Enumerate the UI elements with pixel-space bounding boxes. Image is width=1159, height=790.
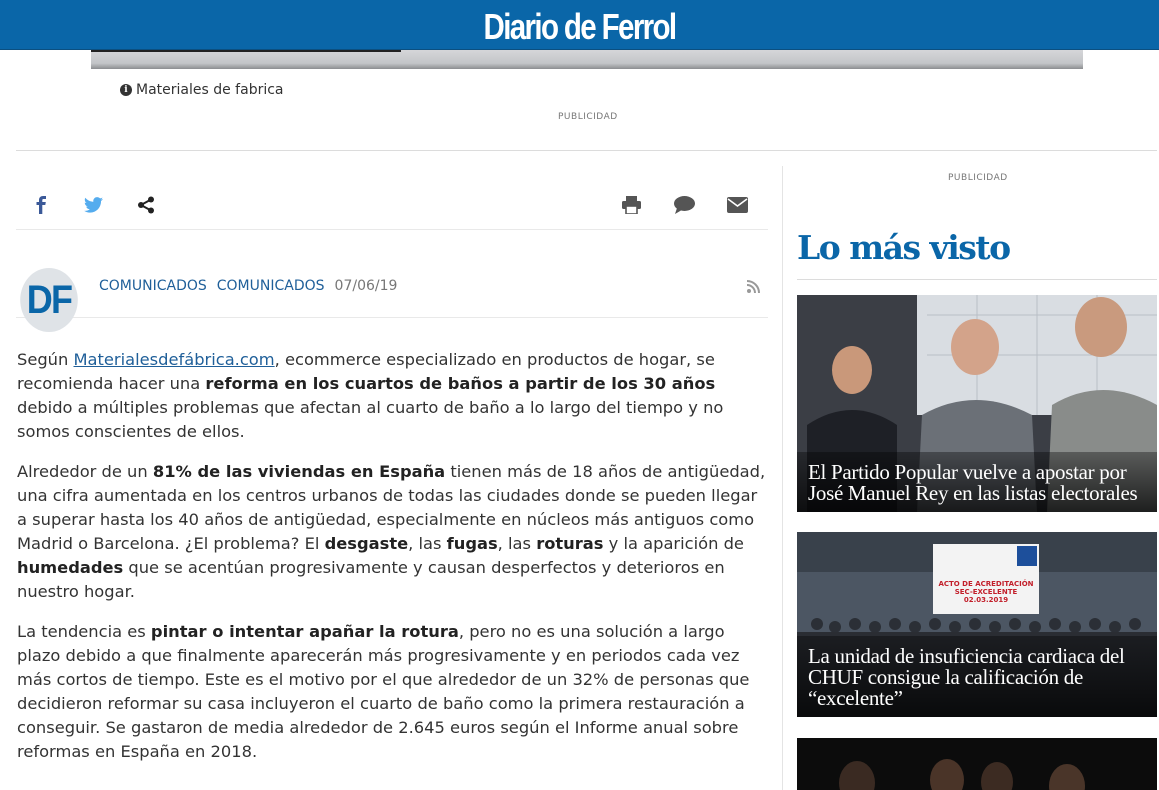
event-sign-line-3: 02.03.2019 [963, 596, 1009, 604]
hero-image [91, 50, 1083, 69]
category-link-2[interactable]: COMUNICADOS [217, 278, 325, 294]
news-card-1-caption: El Partido Popular vuelve a apostar por … [797, 452, 1157, 512]
category-link-1[interactable]: COMUNICADOS [99, 278, 207, 294]
news-card-3[interactable] [797, 738, 1157, 790]
news-card-2[interactable]: ACTO DE ACREDITACIÓN SEC-EXCELENTE 02.03… [797, 532, 1157, 717]
divider [797, 279, 1157, 280]
site-header: Diario de Ferrol [0, 0, 1159, 50]
news-headline-1[interactable]: El Partido Popular vuelve a apostar por … [808, 462, 1145, 504]
bold-text: roturas [536, 534, 604, 553]
event-sign-line-2: SEC-EXCELENTE [954, 588, 1018, 596]
column-divider [782, 166, 783, 790]
print-icon[interactable] [620, 194, 642, 216]
site-logo[interactable]: Diario de Ferrol [104, 6, 1054, 48]
publish-date: 07/06/19 [334, 278, 398, 294]
source-link[interactable]: Materialesdefábrica.com [74, 350, 275, 369]
bold-text: reforma en los cuartos de baños a partir… [205, 374, 716, 393]
text: debido a múltiples problemas que afectan… [17, 398, 724, 441]
info-icon: i [120, 84, 132, 96]
text: La tendencia es [17, 622, 151, 641]
twitter-icon[interactable] [82, 194, 104, 216]
article-body: Según Materialesdefábrica.com, ecommerce… [17, 348, 769, 780]
bold-text: humedades [17, 558, 124, 577]
most-viewed-title: Lo más visto [797, 228, 1011, 267]
hero-image-edge [91, 50, 401, 52]
event-sign-line-1: ACTO DE ACREDITACIÓN [938, 580, 1034, 588]
ad-label-side: PUBLICIDAD [948, 173, 1008, 183]
paragraph-1: Según Materialesdefábrica.com, ecommerce… [17, 348, 769, 444]
news-card-1[interactable]: El Partido Popular vuelve a apostar por … [797, 295, 1157, 512]
text: que se acentúan progresivamente y causan… [17, 558, 725, 601]
share-bar [16, 180, 768, 230]
ad-label-top: PUBLICIDAD [558, 112, 618, 122]
text: Alrededor de un [17, 462, 153, 481]
bold-text: desgaste [324, 534, 409, 553]
event-sign: ACTO DE ACREDITACIÓN SEC-EXCELENTE 02.03… [935, 580, 1037, 604]
bold-text: fugas [446, 534, 498, 553]
author-avatar[interactable]: DF [20, 268, 78, 332]
meta-line: COMUNICADOS COMUNICADOS 07/06/19 [99, 278, 397, 294]
share-icon[interactable] [135, 194, 157, 216]
news-headline-2[interactable]: La unidad de insuficiencia cardiaca del … [808, 646, 1145, 709]
text: y la aparición de [603, 534, 744, 553]
hero-caption: i Materiales de fabrica [120, 82, 284, 98]
hero-caption-text: Materiales de fabrica [136, 82, 284, 98]
facebook-icon[interactable] [30, 194, 52, 216]
rss-icon[interactable] [746, 278, 761, 294]
comment-icon[interactable] [673, 194, 695, 216]
news-photo-3 [797, 738, 1157, 790]
email-icon[interactable] [726, 194, 748, 216]
text: , las [497, 534, 537, 553]
text: Según [17, 350, 74, 369]
text: , las [408, 534, 447, 553]
divider [16, 150, 1157, 151]
bold-text: pintar o intentar apañar la rotura [150, 622, 459, 641]
article-meta: DF COMUNICADOS COMUNICADOS 07/06/19 [16, 268, 768, 332]
paragraph-2: Alrededor de un 81% de las viviendas en … [17, 460, 769, 604]
bold-text: 81% de las viviendas en España [152, 462, 446, 481]
paragraph-3: La tendencia es pintar o intentar apañar… [17, 620, 769, 764]
news-card-2-caption: La unidad de insuficiencia cardiaca del … [797, 636, 1157, 717]
text: , pero no es una solución a largo plazo … [17, 622, 750, 761]
